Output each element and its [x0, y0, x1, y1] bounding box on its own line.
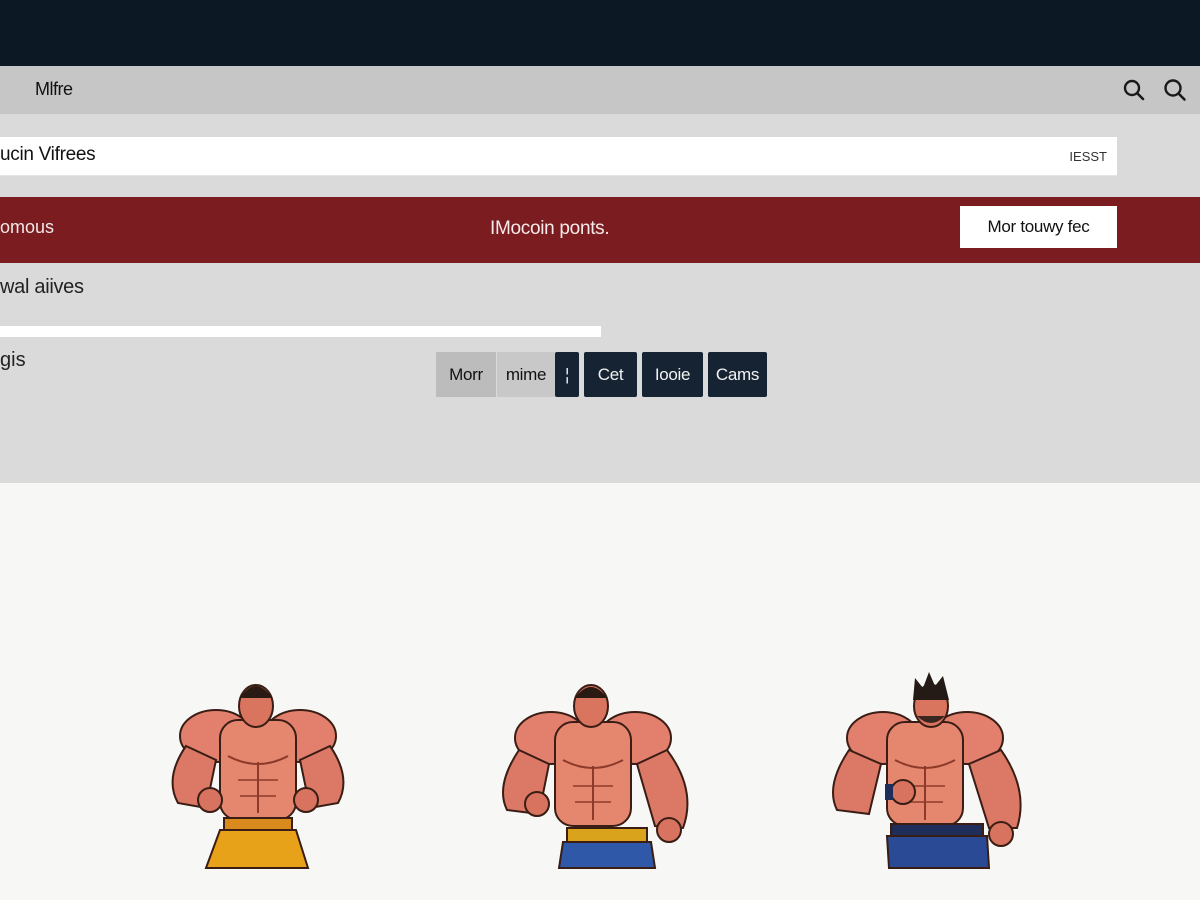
row-label: gis	[0, 349, 26, 371]
toolbar-button-morr[interactable]: Morr	[436, 352, 496, 397]
banner-button[interactable]: Mor touwy fec	[960, 206, 1117, 248]
toolbar-button-iooie[interactable]: Iooie	[642, 352, 703, 397]
section-subtitle: wal aiives	[0, 276, 84, 298]
toolbar-button-mime[interactable]: mime	[497, 352, 555, 397]
search-icon[interactable]	[1162, 77, 1188, 103]
banner-left-text: omous	[0, 217, 55, 237]
app-title: Mlfre	[35, 79, 73, 99]
search-label: ucin Vifrees	[0, 144, 96, 165]
search-icon[interactable]	[1121, 77, 1147, 103]
banner-center-text: IMocoin ponts.	[490, 218, 610, 239]
promo-banner: omous IMocoin ponts. Mor touwy fec	[0, 197, 1200, 263]
divider	[0, 326, 601, 337]
character-3	[832, 672, 1022, 869]
character-2	[502, 684, 689, 869]
toolbar-button-separator[interactable]: ¦	[555, 352, 579, 397]
app-header: Mlfre	[0, 66, 1200, 114]
top-bar	[0, 0, 1200, 66]
toolbar-button-cet[interactable]: Cet	[584, 352, 637, 397]
search-tag: IESST	[1069, 149, 1107, 164]
search-field[interactable]: ucin Vifrees IESST	[0, 137, 1117, 176]
character-1	[171, 684, 345, 869]
toolbar-button-cams[interactable]: Cams	[708, 352, 767, 397]
